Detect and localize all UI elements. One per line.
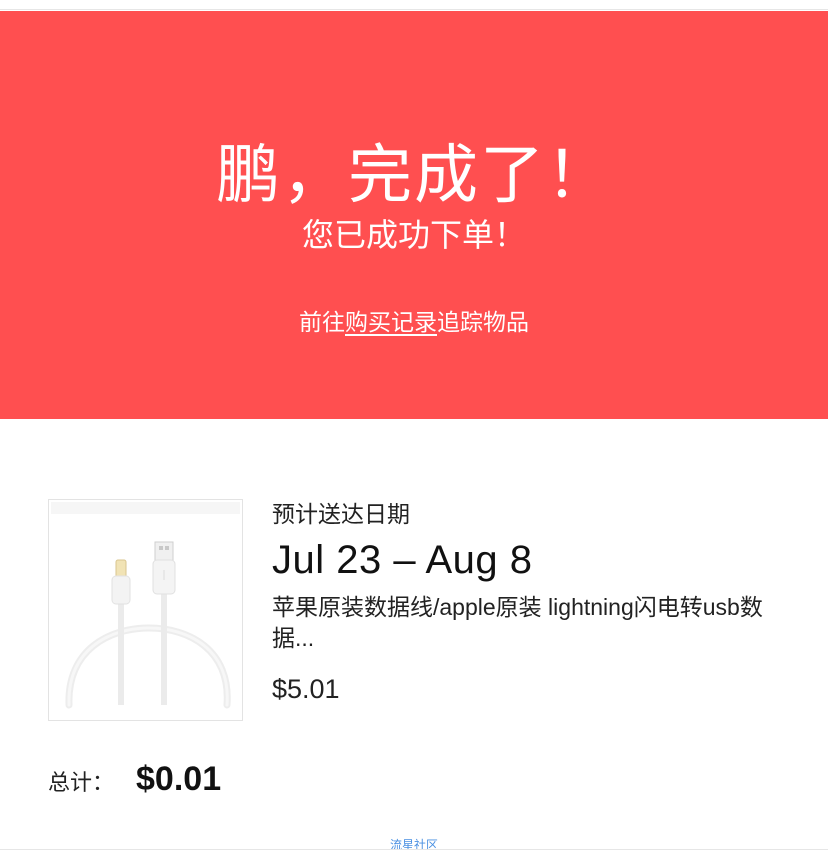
link-suffix: 追踪物品 [437, 309, 529, 335]
purchase-history-link[interactable]: 购买记录 [345, 309, 437, 335]
eta-label: 预计送达日期 [272, 501, 410, 527]
product-title[interactable]: 苹果原装数据线/apple原装 lightning闪电转usb数据... [272, 592, 792, 654]
total-value: $0.01 [136, 760, 222, 798]
success-banner: 鹏，完成了！ 您已成功下单！ 前往购买记录追踪物品 [0, 11, 828, 419]
link-prefix: 前往 [299, 309, 345, 335]
order-info: 预计送达日期 Jul 23 – Aug 8 苹果原装数据线/apple原装 li… [272, 498, 792, 706]
success-subline: 您已成功下单！ [301, 217, 526, 253]
product-image[interactable] [48, 499, 243, 721]
success-headline: 鹏，完成了！ [216, 139, 612, 211]
order-total: 总计： $0.01 [48, 760, 221, 799]
watermark-text: 流星社区 [389, 838, 438, 850]
total-label: 总计： [48, 770, 115, 795]
order-confirmation-page: 鹏，完成了！ 您已成功下单！ 前往购买记录追踪物品 预计送达日期 Jul 23 … [0, 0, 828, 850]
eta-date: Jul 23 – Aug 8 [272, 538, 533, 582]
top-divider [0, 0, 828, 10]
purchase-history-prompt: 前往购买记录追踪物品 [0, 307, 828, 337]
product-price: $5.01 [272, 674, 340, 704]
lightning-cable-image [49, 500, 242, 720]
